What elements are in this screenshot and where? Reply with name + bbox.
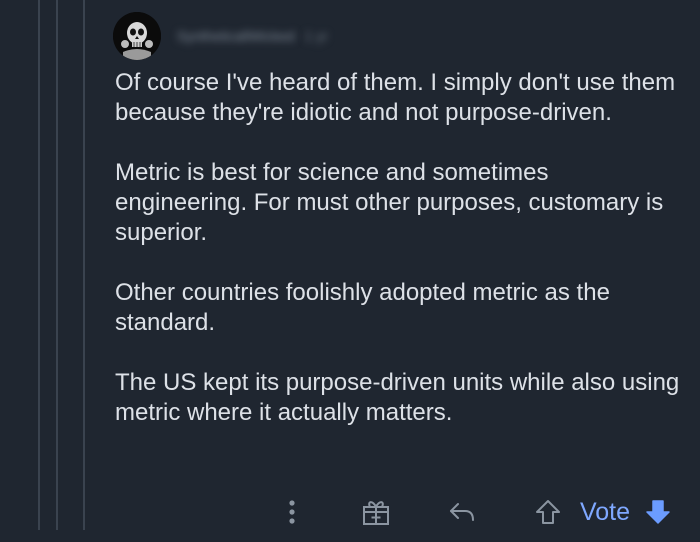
vote-count: Vote bbox=[574, 490, 636, 534]
comment-paragraph: Of course I've heard of them. I simply d… bbox=[115, 69, 676, 126]
arrow-down-filled-icon bbox=[646, 500, 670, 524]
gift-icon bbox=[363, 501, 389, 525]
more-vertical-icon bbox=[289, 500, 295, 524]
downvote-button[interactable] bbox=[640, 490, 676, 534]
avatar[interactable] bbox=[113, 12, 161, 60]
comment-body: Of course I've heard of them. I simply d… bbox=[115, 68, 687, 458]
comment-paragraph: Other countries foolishly adopted metric… bbox=[115, 279, 610, 336]
thread-line-3[interactable] bbox=[83, 0, 85, 530]
username[interactable]: SyntheticallWicked bbox=[177, 28, 295, 44]
upvote-button[interactable] bbox=[530, 490, 566, 534]
reply-icon bbox=[450, 503, 474, 521]
vote-label: Vote bbox=[579, 497, 631, 526]
award-button[interactable] bbox=[358, 490, 394, 534]
comment-action-bar: Vote bbox=[270, 490, 695, 534]
more-options-button[interactable] bbox=[276, 490, 308, 534]
reply-button[interactable] bbox=[444, 490, 480, 534]
comment-paragraph: The US kept its purpose-driven units whi… bbox=[115, 369, 680, 426]
comment-header: SyntheticallWicked 1 yr bbox=[113, 12, 328, 60]
skull-avatar-icon bbox=[113, 12, 161, 60]
thread-line-1[interactable] bbox=[38, 0, 40, 530]
timestamp: 1 yr bbox=[304, 28, 328, 44]
comment-paragraph: Metric is best for science and sometimes… bbox=[115, 159, 664, 246]
thread-line-2[interactable] bbox=[56, 0, 58, 530]
arrow-up-outline-icon bbox=[536, 500, 560, 524]
